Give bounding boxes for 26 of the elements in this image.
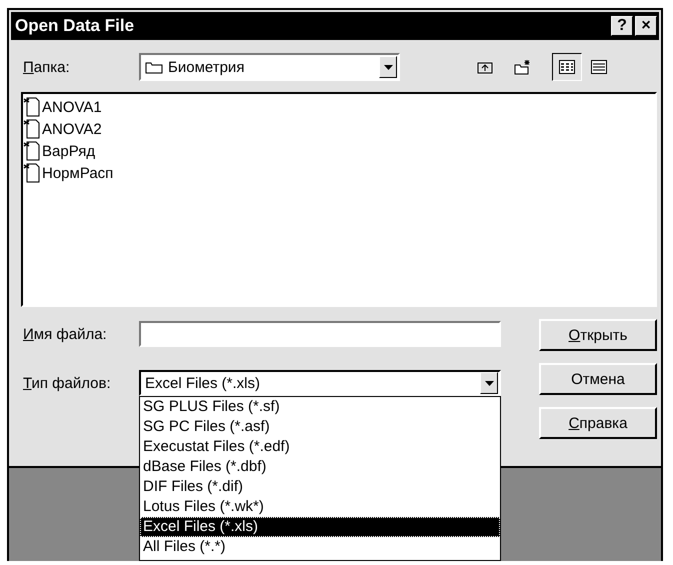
file-type-label: Тип файлов: (23, 374, 112, 392)
close-button[interactable]: × (635, 16, 657, 36)
file-type-option[interactable]: Excel Files (*.xls) (140, 517, 500, 537)
file-type-option[interactable]: SG PC Files (*.asf) (140, 417, 500, 437)
folder-label: Папка: (23, 58, 71, 76)
dialog-button[interactable]: Справка (539, 407, 657, 439)
file-item[interactable]: ANOVA2 (23, 118, 655, 140)
file-type-option[interactable]: DIF Files (*.dif) (140, 477, 500, 497)
file-name-label: Имя файла: (23, 326, 108, 342)
file-type-option[interactable]: dBase Files (*.dbf) (140, 457, 500, 477)
list-view-icon[interactable] (552, 53, 582, 81)
file-item[interactable]: ВарРяд (23, 140, 655, 162)
folder-icon (145, 60, 163, 74)
dialog-button[interactable]: Открыть (539, 319, 657, 351)
file-type-option[interactable]: Lotus Files (*.wk*) (140, 497, 500, 517)
help-button[interactable]: ? (611, 16, 633, 36)
file-item[interactable]: ANOVA1 (23, 96, 655, 118)
file-type-option[interactable]: Execustat Files (*.edf) (140, 437, 500, 457)
window-title: Open Data File (15, 16, 134, 36)
folder-dropdown[interactable]: Биометрия (139, 53, 400, 81)
file-name-field[interactable] (139, 321, 501, 347)
dialog-button[interactable]: Отмена (539, 363, 657, 395)
file-type-dropdown[interactable]: Excel Files (*.xls) (139, 370, 501, 396)
file-type-option[interactable]: SG PLUS Files (*.sf) (140, 397, 500, 417)
file-item[interactable]: НормРасп (23, 162, 655, 184)
file-type-option[interactable]: All Files (*.*) (140, 537, 500, 557)
